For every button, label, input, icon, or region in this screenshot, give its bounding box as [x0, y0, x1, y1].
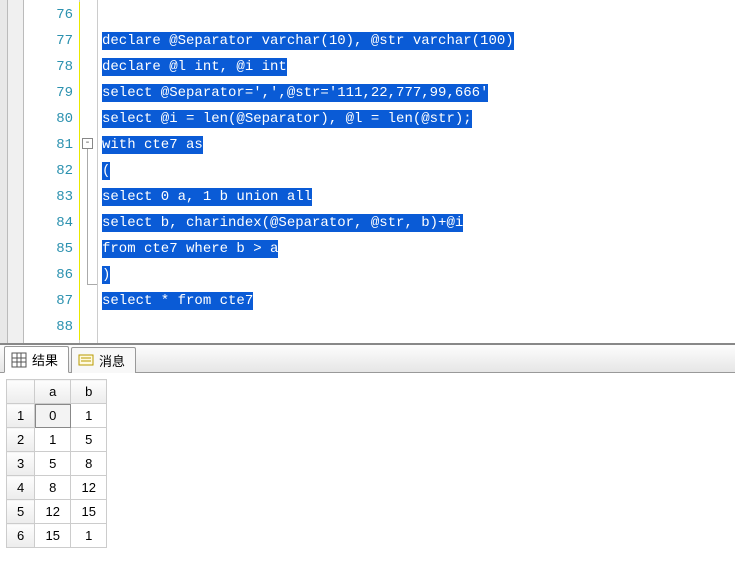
code-line[interactable]: select b, charindex(@Separator, @str, b)…: [102, 210, 735, 236]
table-row[interactable]: 101: [7, 404, 107, 428]
code-line[interactable]: select 0 a, 1 b union all: [102, 184, 735, 210]
line-number: 83: [24, 184, 79, 210]
code-text-area[interactable]: declare @Separator varchar(10), @str var…: [98, 0, 735, 343]
selected-text[interactable]: select * from cte7: [102, 292, 253, 310]
table-row[interactable]: 51215: [7, 500, 107, 524]
column-header[interactable]: a: [35, 380, 71, 404]
cell[interactable]: 1: [35, 428, 71, 452]
selected-text[interactable]: from cte7 where b > a: [102, 240, 278, 258]
line-number: 87: [24, 288, 79, 314]
fold-guide-line: [87, 149, 88, 284]
selected-text[interactable]: select 0 a, 1 b union all: [102, 188, 312, 206]
results-pane: 结果 消息 a b 1012153584812512156151: [0, 344, 735, 568]
selected-text[interactable]: select @i = len(@Separator), @l = len(@s…: [102, 110, 472, 128]
cell[interactable]: 12: [35, 500, 71, 524]
line-number: 86: [24, 262, 79, 288]
tab-results-label: 结果: [32, 350, 58, 369]
table-row[interactable]: 4812: [7, 476, 107, 500]
code-line[interactable]: declare @Separator varchar(10), @str var…: [102, 28, 735, 54]
selected-text[interactable]: select @Separator=',',@str='111,22,777,9…: [102, 84, 488, 102]
line-number: 85: [24, 236, 79, 262]
line-number-gutter: 76777879808182838485868788: [24, 0, 80, 343]
line-number: 78: [24, 54, 79, 80]
column-header[interactable]: b: [71, 380, 107, 404]
code-folding-strip: -: [80, 0, 98, 343]
cell[interactable]: 8: [35, 476, 71, 500]
code-line[interactable]: select * from cte7: [102, 288, 735, 314]
editor-scroll-strip[interactable]: [8, 0, 24, 343]
code-line[interactable]: select @i = len(@Separator), @l = len(@s…: [102, 106, 735, 132]
code-line[interactable]: (: [102, 158, 735, 184]
row-header[interactable]: 2: [7, 428, 35, 452]
cell[interactable]: 8: [71, 452, 107, 476]
cell[interactable]: 15: [35, 524, 71, 548]
cell[interactable]: 0: [35, 404, 71, 428]
selected-text[interactable]: select b, charindex(@Separator, @str, b)…: [102, 214, 463, 232]
line-number: 81: [24, 132, 79, 158]
table-row[interactable]: 358: [7, 452, 107, 476]
message-icon: [78, 353, 94, 369]
row-header[interactable]: 5: [7, 500, 35, 524]
fold-end-icon: [87, 284, 97, 285]
line-number: 84: [24, 210, 79, 236]
results-grid[interactable]: a b 1012153584812512156151: [6, 379, 107, 548]
editor-margin: [0, 0, 8, 343]
tab-messages-label: 消息: [99, 351, 125, 370]
code-line[interactable]: ): [102, 262, 735, 288]
line-number: 88: [24, 314, 79, 340]
line-number: 77: [24, 28, 79, 54]
selected-text[interactable]: with cte7 as: [102, 136, 203, 154]
row-header[interactable]: 6: [7, 524, 35, 548]
cell[interactable]: 15: [71, 500, 107, 524]
line-number: 82: [24, 158, 79, 184]
grid-corner[interactable]: [7, 380, 35, 404]
code-line[interactable]: [102, 2, 735, 28]
line-number: 80: [24, 106, 79, 132]
selected-text[interactable]: declare @l int, @i int: [102, 58, 287, 76]
sql-editor-pane: 76777879808182838485868788 - declare @Se…: [0, 0, 735, 344]
cell[interactable]: 5: [71, 428, 107, 452]
row-header[interactable]: 1: [7, 404, 35, 428]
tab-messages[interactable]: 消息: [71, 347, 136, 373]
code-line[interactable]: with cte7 as: [102, 132, 735, 158]
code-line[interactable]: select @Separator=',',@str='111,22,777,9…: [102, 80, 735, 106]
cell[interactable]: 12: [71, 476, 107, 500]
cell[interactable]: 1: [71, 524, 107, 548]
selected-text[interactable]: (: [102, 162, 110, 180]
code-line[interactable]: declare @l int, @i int: [102, 54, 735, 80]
selected-text[interactable]: declare @Separator varchar(10), @str var…: [102, 32, 514, 50]
cell[interactable]: 1: [71, 404, 107, 428]
results-tabs: 结果 消息: [0, 345, 735, 373]
code-line[interactable]: from cte7 where b > a: [102, 236, 735, 262]
selected-text[interactable]: ): [102, 266, 110, 284]
tab-results[interactable]: 结果: [4, 346, 69, 373]
row-header[interactable]: 3: [7, 452, 35, 476]
line-number: 79: [24, 80, 79, 106]
cell[interactable]: 5: [35, 452, 71, 476]
grid-icon: [11, 352, 27, 368]
table-row[interactable]: 215: [7, 428, 107, 452]
fold-toggle-icon[interactable]: -: [82, 138, 93, 149]
table-row[interactable]: 6151: [7, 524, 107, 548]
code-line[interactable]: [102, 314, 735, 340]
line-number: 76: [24, 2, 79, 28]
row-header[interactable]: 4: [7, 476, 35, 500]
